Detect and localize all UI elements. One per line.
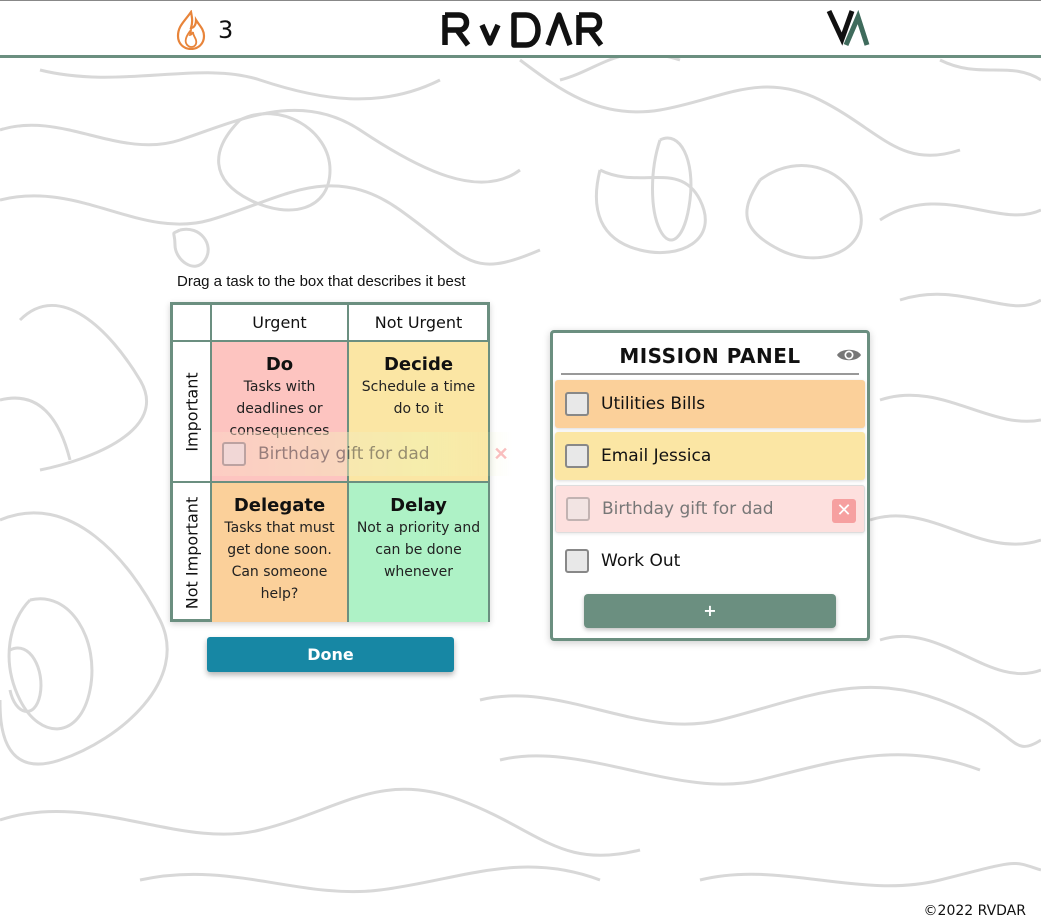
quadrant-title: Do: [265, 354, 294, 375]
mission-panel: MISSION PANEL Utilities Bills Email Jess…: [550, 330, 870, 641]
quadrant-title: Delay: [390, 495, 447, 516]
streak-count: 3: [218, 16, 234, 44]
task-item[interactable]: Email Jessica: [555, 432, 865, 480]
quadrant-delegate[interactable]: Delegate Tasks that must get done soon. …: [212, 483, 349, 622]
close-icon[interactable]: ✕: [490, 443, 512, 465]
instruction-text: Drag a task to the box that describes it…: [177, 273, 466, 290]
task-label: Birthday gift for dad: [602, 499, 774, 519]
column-header-not-urgent: Not Urgent: [349, 305, 488, 342]
task-label: Email Jessica: [601, 446, 712, 466]
va-logo-icon[interactable]: [826, 7, 870, 49]
close-icon: ✕: [836, 500, 852, 521]
rvdar-logo[interactable]: [442, 9, 604, 49]
task-checkbox[interactable]: [566, 497, 590, 521]
delete-task-button[interactable]: ✕: [832, 499, 856, 523]
task-checkbox[interactable]: [565, 549, 589, 573]
flame-icon: [176, 10, 206, 50]
row-header-important: Important: [173, 342, 212, 483]
quadrant-title: Delegate: [233, 495, 326, 516]
app-header: 3: [0, 0, 1041, 58]
mission-panel-title: MISSION PANEL: [561, 341, 859, 375]
task-label: Work Out: [601, 551, 681, 571]
task-item[interactable]: Work Out: [555, 537, 865, 585]
quadrant-description: Schedule a time do to it: [361, 379, 476, 417]
column-header-urgent: Urgent: [212, 305, 349, 342]
quadrant-description: Tasks that must get done soon. Can someo…: [224, 520, 335, 602]
eye-icon[interactable]: [836, 345, 862, 365]
task-item[interactable]: Utilities Bills: [555, 380, 865, 428]
task-checkbox[interactable]: [565, 444, 589, 468]
dragged-task[interactable]: Birthday gift for dad ✕: [212, 432, 512, 476]
task-label: Utilities Bills: [601, 394, 706, 414]
task-item[interactable]: Birthday gift for dad ✕: [555, 485, 865, 533]
topographic-background: [0, 51, 1041, 894]
matrix-corner: [173, 305, 212, 342]
task-checkbox[interactable]: [565, 392, 589, 416]
dragged-task-label: Birthday gift for dad: [258, 444, 430, 464]
quadrant-delay[interactable]: Delay Not a priority and can be done whe…: [349, 483, 488, 622]
row-label-not-important: Not Important: [182, 496, 201, 609]
copyright-footer: ©2022 RVDAR: [923, 903, 1026, 919]
row-label-important: Important: [182, 371, 201, 452]
row-header-not-important: Not Important: [173, 483, 212, 622]
streak-indicator: 3: [174, 9, 233, 51]
quadrant-title: Decide: [383, 354, 454, 375]
task-checkbox[interactable]: [222, 442, 246, 466]
quadrant-description: Not a priority and can be done whenever: [356, 520, 481, 580]
done-button[interactable]: Done: [207, 637, 454, 672]
add-task-button[interactable]: +: [584, 594, 836, 628]
